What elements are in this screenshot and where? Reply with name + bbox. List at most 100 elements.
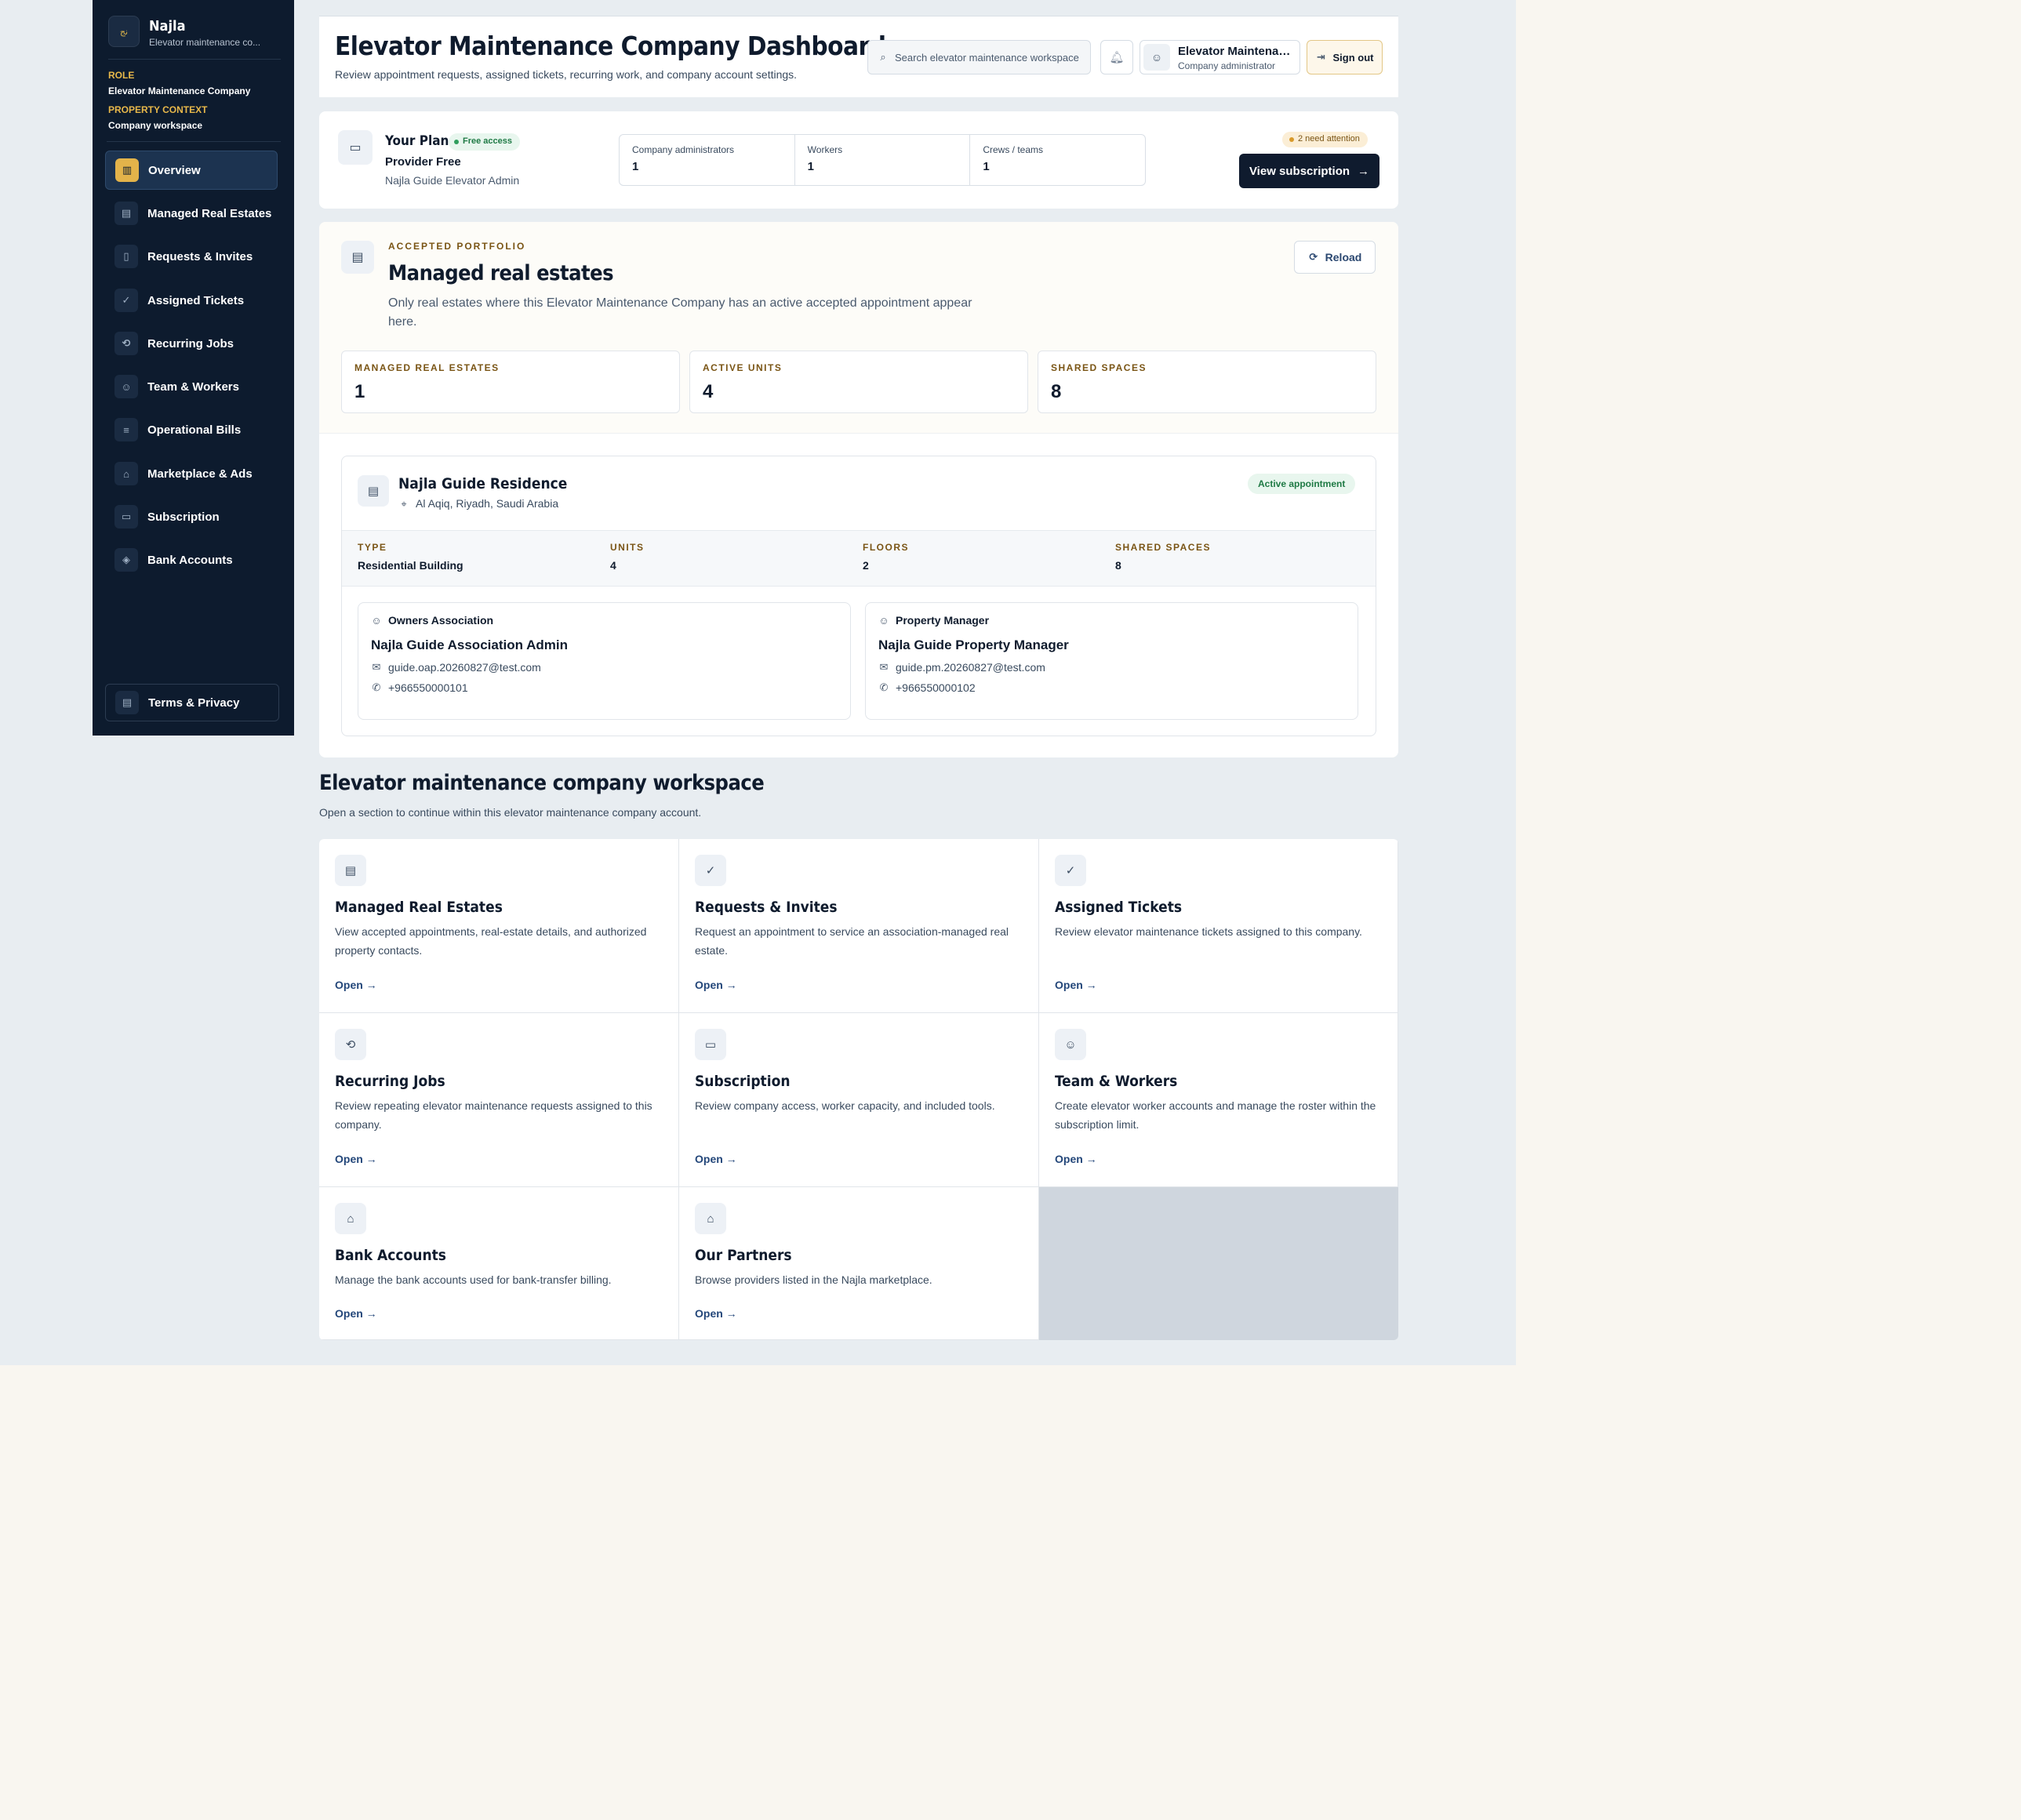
open-link[interactable]: Open → <box>695 1153 737 1165</box>
fact-value: Residential Building <box>358 559 463 572</box>
open-link[interactable]: Open → <box>335 1307 377 1320</box>
workspace-grid: ▤ Managed Real Estates View accepted app… <box>319 839 1398 1340</box>
sidebar-item-label: Recurring Jobs <box>147 336 234 351</box>
portfolio-eyebrow: ACCEPTED PORTFOLIO <box>388 241 526 252</box>
sign-out-button[interactable]: ⇥ Sign out <box>1307 40 1383 74</box>
contact-owners-association: ☺ Owners Association Najla Guide Associat… <box>358 602 851 720</box>
sidebar-item-managed-real-estates[interactable]: ▤ Managed Real Estates <box>105 194 278 233</box>
user-menu[interactable]: ☺ Elevator Maintenan... Company administ… <box>1140 40 1300 74</box>
plan-name: Provider Free <box>385 155 461 169</box>
residence-facts: TYPE Residential Building UNITS 4 FLOORS… <box>342 530 1376 587</box>
sidebar-item-overview[interactable]: ▥ Overview <box>105 151 278 190</box>
card-requests-invites[interactable]: ✓ Requests & Invites Request an appointm… <box>679 839 1039 1013</box>
sidebar-item-team-workers[interactable]: ☺ Team & Workers <box>105 367 278 406</box>
open-link[interactable]: Open → <box>335 1153 377 1165</box>
plan-stat: Company administrators 1 <box>620 135 795 185</box>
mail-icon: ✉ <box>879 661 889 673</box>
terms-privacy-link[interactable]: ▤ Terms & Privacy <box>105 684 279 721</box>
open-link[interactable]: Open → <box>695 1307 737 1320</box>
fact-value: 2 <box>863 559 869 572</box>
phone-text: +966550000102 <box>896 681 976 694</box>
card-team-workers[interactable]: ☺ Team & Workers Create elevator worker … <box>1039 1013 1398 1187</box>
card-description: Review company access, worker capacity, … <box>695 1099 995 1112</box>
user-name: Elevator Maintenan... <box>1178 45 1296 58</box>
open-link[interactable]: Open → <box>335 979 377 991</box>
sidebar-item-requests-invites[interactable]: ▯ Requests & Invites <box>105 237 278 276</box>
building-icon: ▤ <box>335 855 366 886</box>
chart-icon: ▥ <box>115 158 139 182</box>
role-value: Elevator Maintenance Company <box>108 85 251 96</box>
fact-label: SHARED SPACES <box>1115 542 1211 553</box>
fact-floors: FLOORS 2 <box>863 542 909 572</box>
notifications-button[interactable]: 🔔︎ <box>1100 40 1133 74</box>
contact-phone[interactable]: ✆ +966550000101 <box>371 681 838 694</box>
sidebar-item-label: Subscription <box>147 510 220 524</box>
sidebar-item-marketplace-ads[interactable]: ⌂ Marketplace & Ads <box>105 454 278 493</box>
refresh-icon: ⟳ <box>1309 251 1318 263</box>
portfolio-card: ▤ ACCEPTED PORTFOLIO Managed real estate… <box>319 222 1398 757</box>
reload-button[interactable]: ⟳ Reload <box>1294 241 1376 274</box>
card-title: Assigned Tickets <box>1055 899 1183 916</box>
app-root: نج Najla Elevator maintenance co... ROLE… <box>0 0 1516 1365</box>
stat-value: 1 <box>807 160 815 173</box>
context-value: Company workspace <box>108 120 203 131</box>
fact-value: 4 <box>610 559 616 572</box>
open-link[interactable]: Open → <box>1055 1153 1097 1165</box>
arrow-right-icon: → <box>365 1153 377 1165</box>
contact-name: Najla Guide Property Manager <box>878 638 1069 652</box>
contact-email[interactable]: ✉ guide.oap.20260827@test.com <box>371 661 838 674</box>
plan-card: ▭ Your Plan Free access Provider Free Na… <box>319 111 1398 209</box>
portfolio-title: Managed real estates <box>388 261 614 285</box>
card-title: Recurring Jobs <box>335 1073 445 1090</box>
open-label: Open <box>335 979 363 991</box>
fact-units: UNITS 4 <box>610 542 645 572</box>
clipboard-icon: ✓ <box>695 855 726 886</box>
card-description: Create elevator worker accounts and mana… <box>1055 1099 1376 1131</box>
view-subscription-button[interactable]: View subscription → <box>1239 154 1379 188</box>
open-label: Open <box>695 1153 723 1165</box>
sidebar-item-subscription[interactable]: ▭ Subscription <box>105 497 278 536</box>
store-icon: ⌂ <box>695 1203 726 1234</box>
sidebar: نج Najla Elevator maintenance co... ROLE… <box>93 0 294 736</box>
portfolio-summary: ▤ ACCEPTED PORTFOLIO Managed real estate… <box>319 222 1398 434</box>
card-our-partners[interactable]: ⌂ Our Partners Browse providers listed i… <box>679 1187 1039 1340</box>
card-assigned-tickets[interactable]: ✓ Assigned Tickets Review elevator maint… <box>1039 839 1398 1013</box>
clipboard-check-icon: ✓ <box>114 289 138 312</box>
residence-name: Najla Guide Residence <box>398 475 568 492</box>
workspace-subtitle: Open a section to continue within this e… <box>319 806 702 819</box>
sidebar-item-operational-bills[interactable]: ≡ Operational Bills <box>105 410 278 449</box>
card-description: View accepted appointments, real-estate … <box>335 925 647 957</box>
sidebar-item-assigned-tickets[interactable]: ✓ Assigned Tickets <box>105 281 278 320</box>
contact-email[interactable]: ✉ guide.pm.20260827@test.com <box>878 661 1345 674</box>
card-subscription[interactable]: ▭ Subscription Review company access, wo… <box>679 1013 1039 1187</box>
fact-value: 8 <box>1115 559 1121 572</box>
page-header: Elevator Maintenance Company Dashboard R… <box>319 16 1398 97</box>
contact-name: Najla Guide Association Admin <box>371 638 568 652</box>
open-link[interactable]: Open → <box>1055 979 1097 991</box>
stat-value: 1 <box>983 160 990 173</box>
card-description: Review elevator maintenance tickets assi… <box>1055 925 1362 938</box>
card-recurring-jobs[interactable]: ⟲ Recurring Jobs Review repeating elevat… <box>319 1013 679 1187</box>
terms-label: Terms & Privacy <box>148 696 240 710</box>
sidebar-item-recurring-jobs[interactable]: ⟲ Recurring Jobs <box>105 324 278 363</box>
stat-label: Crews / teams <box>983 144 1044 155</box>
email-text: guide.oap.20260827@test.com <box>388 661 541 674</box>
kpi-shared-spaces: SHARED SPACES 8 <box>1038 351 1376 413</box>
phone-icon: ✆ <box>372 681 381 693</box>
search-icon: ⌕ <box>880 51 886 63</box>
search-input[interactable]: ⌕ Search elevator maintenance workspace <box>867 40 1091 74</box>
document-icon: ▤ <box>115 691 139 714</box>
sidebar-item-bank-accounts[interactable]: ◈ Bank Accounts <box>105 540 278 579</box>
users-icon: ☺ <box>1055 1029 1086 1060</box>
contact-phone[interactable]: ✆ +966550000102 <box>878 681 1345 694</box>
open-label: Open <box>695 979 723 991</box>
bank-icon: ⌂ <box>335 1203 366 1234</box>
card-managed-real-estates[interactable]: ▤ Managed Real Estates View accepted app… <box>319 839 679 1013</box>
kpi-label: ACTIVE UNITS <box>703 362 783 373</box>
repeat-icon: ⟲ <box>114 332 138 355</box>
residence-card[interactable]: ▤ Najla Guide Residence ⌖ Al Aqiq, Riyadh… <box>341 456 1376 736</box>
card-bank-accounts[interactable]: ⌂ Bank Accounts Manage the bank accounts… <box>319 1187 679 1340</box>
open-link[interactable]: Open → <box>695 979 737 991</box>
fact-type: TYPE Residential Building <box>358 542 463 572</box>
role-label: ROLE <box>108 70 135 81</box>
